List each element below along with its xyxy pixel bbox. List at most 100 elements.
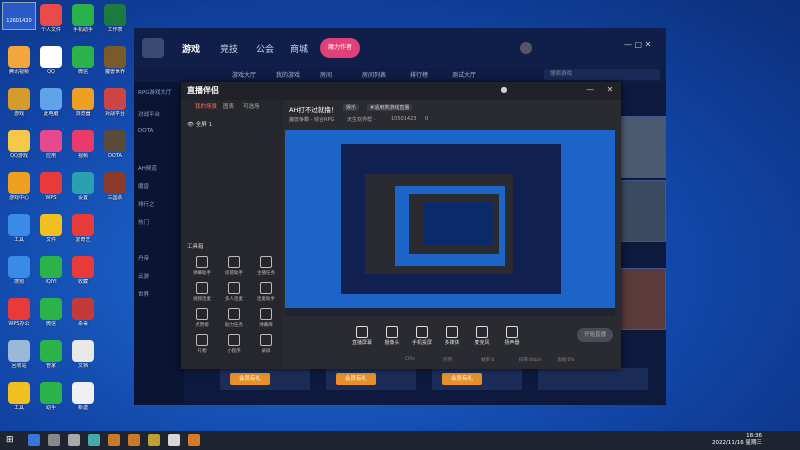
desktop-icon[interactable]: 杀毒 <box>64 298 102 327</box>
action-label: 手机投屏 <box>411 340 432 346</box>
app-icon <box>104 172 126 194</box>
desktop-top-left-box[interactable]: 12601420 <box>2 2 36 30</box>
desktop-icon[interactable]: 文档 <box>64 340 102 369</box>
nav-store[interactable]: 商城 <box>290 42 308 55</box>
sidebar-item-rank[interactable]: 排行之 <box>138 200 155 208</box>
game-card[interactable] <box>614 268 666 330</box>
bottom-card[interactable]: 会员有礼 <box>432 368 522 390</box>
tool-label: 视频连麦 <box>193 297 211 302</box>
tool-item[interactable]: 房管助手 <box>219 256 249 276</box>
subnav-test[interactable]: 测试大厅 <box>452 70 476 79</box>
tool-item[interactable]: 小程序 <box>219 334 249 354</box>
nav-compete[interactable]: 竞技 <box>220 42 238 55</box>
nav-guild[interactable]: 公会 <box>256 42 274 55</box>
sidebar-item-dota[interactable]: DOTA <box>138 128 153 134</box>
minimize-icon[interactable]: — <box>585 85 595 95</box>
desktop-icon[interactable]: DOTA <box>96 130 134 159</box>
tab-optional[interactable]: 可选场 <box>243 102 260 110</box>
tool-item[interactable]: 点赞榜 <box>187 308 217 328</box>
action-button[interactable]: 直播屏幕 <box>347 326 377 346</box>
action-button[interactable]: 多媒体 <box>437 326 467 346</box>
tool-icon <box>260 282 272 294</box>
start-icon[interactable]: ⊞ <box>6 434 18 446</box>
bottom-card[interactable]: 会员有礼 <box>326 368 416 390</box>
room-tag[interactable]: #适用类游戏直播 <box>367 104 413 111</box>
tool-item[interactable]: 录屏 <box>251 334 281 354</box>
desktop-icon[interactable]: 三国杀 <box>96 172 134 201</box>
desktop-icon[interactable]: 新建 <box>64 382 102 411</box>
tool-icon <box>196 256 208 268</box>
subnav-lobby[interactable]: 游戏大厅 <box>232 70 256 79</box>
game-card[interactable] <box>614 180 666 242</box>
scene-item[interactable]: 👁 全屏 1 <box>187 120 212 128</box>
taskbar-app-icon[interactable] <box>148 434 160 446</box>
sidebar-item-ah[interactable]: AH频道 <box>138 164 157 172</box>
viewer-count: 0 <box>425 116 429 122</box>
tool-item[interactable]: 礼物 <box>187 334 217 354</box>
taskbar-app-icon[interactable] <box>128 434 140 446</box>
sidebar-item-battle[interactable]: 对战平台 <box>138 110 160 118</box>
bottom-card[interactable] <box>538 368 648 390</box>
tool-label: 房管助手 <box>225 271 243 276</box>
tab-my-scenes[interactable]: 我的场景 <box>195 102 217 110</box>
clock[interactable]: 18:36 2022/11/16 星期三 <box>712 433 762 447</box>
sidebar-item-warcraft[interactable]: 魔兽 <box>138 182 149 190</box>
window-controls[interactable]: — □ ✕ <box>624 40 651 49</box>
close-icon[interactable]: ✕ <box>605 85 615 95</box>
search-input[interactable]: 搜索游戏 <box>544 69 660 80</box>
taskbar-app-icon[interactable] <box>188 434 200 446</box>
subnav-room[interactable]: 房间 <box>320 70 332 79</box>
sidebar-item-world[interactable]: 世界 <box>138 290 149 298</box>
action-button[interactable]: 手机投屏 <box>407 326 437 346</box>
app-icon <box>8 46 30 68</box>
tab-charts[interactable]: 图表 <box>223 102 234 110</box>
app-icon <box>8 382 30 404</box>
desktop-icon[interactable]: 魔兽世界 <box>96 46 134 75</box>
avatar[interactable] <box>520 42 532 54</box>
tool-item[interactable]: 多人连麦 <box>219 282 249 302</box>
app-icon <box>40 88 62 110</box>
action-button[interactable]: 麦克风 <box>467 326 497 346</box>
avatar[interactable]: ● <box>499 85 509 95</box>
action-button[interactable]: 摄像头 <box>377 326 407 346</box>
taskbar-app-icon[interactable] <box>68 434 80 446</box>
desktop-icon[interactable]: 收藏 <box>64 256 102 285</box>
tool-item[interactable]: 视频连麦 <box>187 282 217 302</box>
desktop-icon[interactable]: 对战平台 <box>96 88 134 117</box>
action-icon <box>446 326 458 338</box>
taskbar-app-icon[interactable] <box>48 434 60 446</box>
bottom-card[interactable]: 会员有礼 <box>220 368 310 390</box>
room-title[interactable]: AH打不过就撸！ <box>289 104 337 114</box>
sidebar-item-rpg[interactable]: RPG游戏大厅 <box>138 88 171 96</box>
start-live-button[interactable]: 开始直播 <box>577 328 613 342</box>
tool-item[interactable]: 助力任务 <box>219 308 249 328</box>
action-button[interactable]: 扬声器 <box>497 326 527 346</box>
status-item: 帧率:0 <box>481 358 495 363</box>
tool-icon <box>196 282 208 294</box>
desktop-icon[interactable]: 工作表 <box>96 4 134 33</box>
taskbar-app-icon[interactable] <box>28 434 40 446</box>
sidebar-item-dandi[interactable]: 丹帝 <box>138 254 149 262</box>
sidebar-item-cloud[interactable]: 云游 <box>138 272 149 280</box>
nav-game[interactable]: 游戏 <box>182 42 200 55</box>
tool-item[interactable]: 弹幕库 <box>251 308 281 328</box>
subnav-rank[interactable]: 排行榜 <box>410 70 428 79</box>
game-card[interactable] <box>614 116 666 178</box>
room-category[interactable]: 魔兽争霸 - 综合RPG <box>289 116 334 123</box>
desktop-icon[interactable]: 爱奇艺 <box>64 214 102 243</box>
sidebar-item-hot[interactable]: 热门 <box>138 218 149 226</box>
desktop-icon-label: 杀毒 <box>77 321 88 327</box>
taskbar-app-icon[interactable] <box>168 434 180 446</box>
stream-titlebar: 直播伴侣 ● — ✕ <box>181 82 621 100</box>
app-icon <box>72 298 94 320</box>
author-badge[interactable]: 魔力作者 <box>320 38 360 58</box>
room-tag[interactable]: 娱乐 <box>343 104 360 111</box>
taskbar-app-icon[interactable] <box>88 434 100 446</box>
subnav-mygames[interactable]: 我的游戏 <box>276 70 300 79</box>
tool-item[interactable]: 连麦助手 <box>251 282 281 302</box>
taskbar-app-icon[interactable] <box>108 434 120 446</box>
tool-item[interactable]: 主播任务 <box>251 256 281 276</box>
subnav-roomlist[interactable]: 房间列表 <box>362 70 386 79</box>
tool-icon <box>196 334 208 346</box>
tool-item[interactable]: 弹幕助手 <box>187 256 217 276</box>
